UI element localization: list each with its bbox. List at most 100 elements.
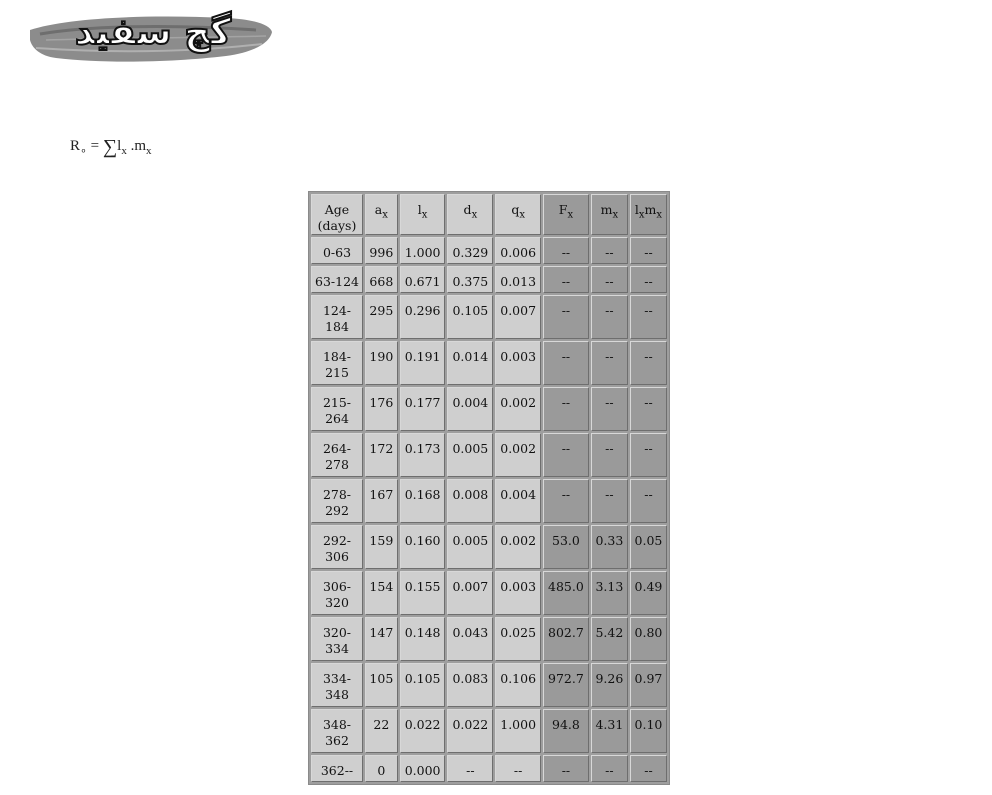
cell-lxmx: --: [629, 237, 667, 264]
cell-qx: 0.002: [495, 524, 542, 569]
cell-ax: 0: [365, 755, 398, 782]
cell-ax: 668: [365, 265, 398, 293]
cell-dx: 0.007: [447, 570, 494, 615]
cell-qx: 1.000: [495, 708, 542, 753]
table-row: 348-362 22 0.022 0.022 1.000 94.8 4.31 0.10: [311, 708, 667, 753]
fecundity-formula: R∘ = ∑lx .mx: [70, 136, 151, 159]
cell-qx: 0.007: [495, 294, 542, 339]
cell-dx: 0.375: [447, 265, 494, 293]
cell-age: 306-320: [311, 570, 363, 615]
cell-dx: 0.004: [447, 386, 494, 431]
cell-ax: 295: [365, 294, 398, 339]
cell-lxmx: --: [629, 386, 667, 431]
table-row: 264-278 172 0.173 0.005 0.002 -- -- --: [311, 432, 667, 477]
cell-fx: --: [543, 386, 589, 431]
formula-lhs: R: [70, 138, 81, 154]
table-row: 362-- 0 0.000 -- -- -- -- --: [311, 755, 667, 782]
cell-fx: --: [543, 237, 589, 264]
cell-lx: 0.000: [399, 755, 446, 782]
table-row: 278-292 167 0.168 0.008 0.004 -- -- --: [311, 478, 667, 523]
cell-dx: 0.043: [447, 616, 494, 661]
header-fx: Fx: [543, 194, 589, 235]
cell-mx: --: [590, 265, 628, 293]
cell-qx: 0.003: [495, 570, 542, 615]
cell-mx: --: [590, 432, 628, 477]
cell-age: 63-124: [311, 265, 363, 293]
cell-mx: 5.42: [590, 616, 628, 661]
sigma-symbol: ∑: [102, 136, 118, 158]
table-row: 0-63 996 1.000 0.329 0.006 -- -- --: [311, 237, 667, 264]
cell-lx: 0.105: [399, 662, 446, 707]
cell-age: 320-334: [311, 616, 363, 661]
cell-lxmx: --: [629, 294, 667, 339]
table-row: 215-264 176 0.177 0.004 0.002 -- -- --: [311, 386, 667, 431]
header-ax: ax: [365, 194, 398, 235]
cell-age: 124-184: [311, 294, 363, 339]
cell-ax: 167: [365, 478, 398, 523]
cell-age: 184-215: [311, 340, 363, 385]
cell-lxmx: 0.05: [629, 524, 667, 569]
cell-ax: 190: [365, 340, 398, 385]
cell-mx: 9.26: [590, 662, 628, 707]
cell-mx: 0.33: [590, 524, 628, 569]
header-age: Age (days): [311, 194, 363, 235]
cell-lxmx: --: [629, 478, 667, 523]
cell-dx: 0.105: [447, 294, 494, 339]
cell-mx: --: [590, 237, 628, 264]
cell-fx: --: [543, 478, 589, 523]
cell-fx: --: [543, 265, 589, 293]
header-mx: mx: [590, 194, 628, 235]
table-row: 334-348 105 0.105 0.083 0.106 972.7 9.26 0.97: [311, 662, 667, 707]
table-row: 184-215 190 0.191 0.014 0.003 -- -- --: [311, 340, 667, 385]
cell-dx: 0.005: [447, 432, 494, 477]
cell-qx: 0.003: [495, 340, 542, 385]
cell-mx: --: [590, 755, 628, 782]
life-table: Age (days) ax lx dx qx Fx mx lxmx 0-63 99…: [308, 191, 670, 785]
cell-mx: 3.13: [590, 570, 628, 615]
header-lx: lx: [399, 194, 446, 235]
cell-fx: 94.8: [543, 708, 589, 753]
cell-ax: 105: [365, 662, 398, 707]
cell-qx: 0.013: [495, 265, 542, 293]
cell-fx: --: [543, 755, 589, 782]
cell-mx: --: [590, 478, 628, 523]
cell-fx: 485.0: [543, 570, 589, 615]
life-table-grid: Age (days) ax lx dx qx Fx mx lxmx 0-63 99…: [309, 192, 669, 784]
cell-lx: 0.177: [399, 386, 446, 431]
cell-lx: 0.160: [399, 524, 446, 569]
header-qx: qx: [495, 194, 542, 235]
cell-fx: 972.7: [543, 662, 589, 707]
cell-lx: 0.022: [399, 708, 446, 753]
header-lxmx: lxmx: [629, 194, 667, 235]
cell-mx: --: [590, 294, 628, 339]
cell-dx: 0.008: [447, 478, 494, 523]
cell-lx: 0.168: [399, 478, 446, 523]
formula-term1-sub: x: [121, 145, 127, 157]
cell-qx: 0.002: [495, 432, 542, 477]
formula-equals: =: [90, 138, 100, 154]
table-row: 292-306 159 0.160 0.005 0.002 53.0 0.33 0.05: [311, 524, 667, 569]
cell-lx: 0.148: [399, 616, 446, 661]
cell-fx: 53.0: [543, 524, 589, 569]
cell-qx: 0.004: [495, 478, 542, 523]
cell-lxmx: --: [629, 265, 667, 293]
cell-qx: 0.106: [495, 662, 542, 707]
cell-lx: 0.173: [399, 432, 446, 477]
cell-age: 362--: [311, 755, 363, 782]
cell-dx: 0.005: [447, 524, 494, 569]
cell-mx: 4.31: [590, 708, 628, 753]
cell-lxmx: 0.49: [629, 570, 667, 615]
cell-age: 264-278: [311, 432, 363, 477]
table-row: 320-334 147 0.148 0.043 0.025 802.7 5.42 0.80: [311, 616, 667, 661]
table-row: 63-124 668 0.671 0.375 0.013 -- -- --: [311, 265, 667, 293]
cell-lxmx: --: [629, 432, 667, 477]
cell-lxmx: 0.80: [629, 616, 667, 661]
table-header-row: Age (days) ax lx dx qx Fx mx lxmx: [311, 194, 667, 235]
cell-qx: 0.025: [495, 616, 542, 661]
cell-ax: 22: [365, 708, 398, 753]
logo-text: گچ سفید: [74, 11, 232, 54]
cell-lx: 0.155: [399, 570, 446, 615]
cell-lxmx: 0.97: [629, 662, 667, 707]
cell-ax: 159: [365, 524, 398, 569]
cell-lx: 0.671: [399, 265, 446, 293]
